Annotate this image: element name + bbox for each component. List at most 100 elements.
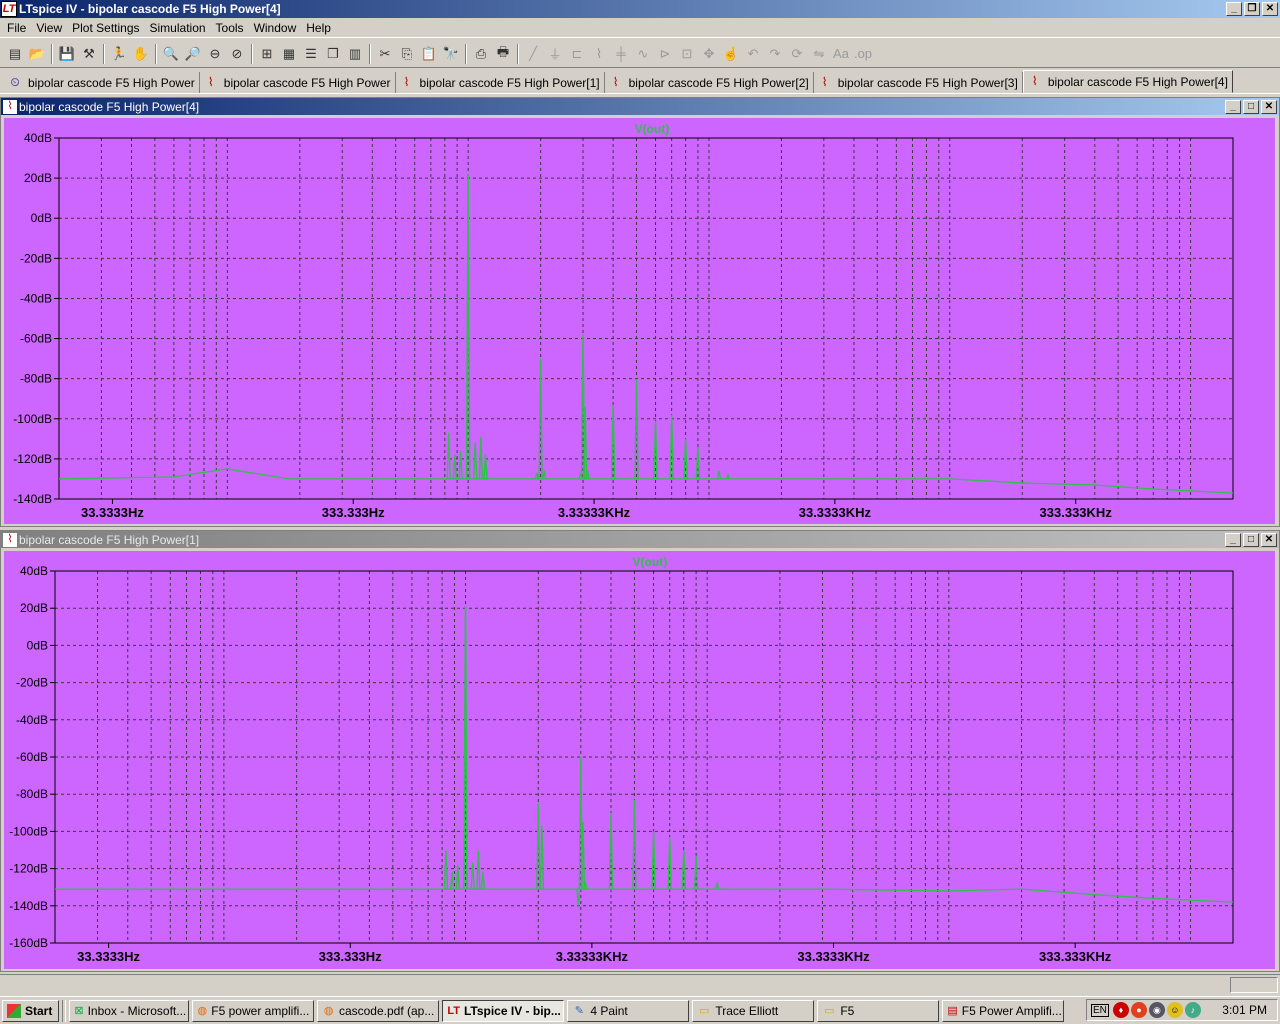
ltspice-logo-icon[interactable]: LT [1, 1, 17, 17]
tab-waveform-1[interactable]: ⌇ bipolar cascode F5 High Power[1] [396, 72, 605, 93]
component-icon[interactable]: ⊡ [676, 43, 698, 65]
menu-view[interactable]: View [31, 21, 67, 35]
x-tick-label: 333.333Hz [322, 505, 385, 520]
menu-window[interactable]: Window [249, 21, 302, 35]
spectrum-chart-bottom[interactable]: 40dB 20dB 0dB -20dB -40dB -60dB -80dB -100dB -12… [4, 551, 1275, 969]
pane-maximize-button[interactable]: □ [1243, 99, 1259, 114]
ground-icon[interactable]: ⏚ [544, 43, 566, 65]
mirror-icon[interactable]: ⇋ [808, 43, 830, 65]
spectral-peak [443, 849, 449, 890]
menu-tools[interactable]: Tools [211, 21, 249, 35]
print-preview-icon[interactable]: ⎙ [470, 43, 492, 65]
move-icon[interactable]: ✥ [698, 43, 720, 65]
pane-title-bar[interactable]: ⌇ bipolar cascode F5 High Power[4] _ □ ✕ [1, 98, 1279, 115]
zoom-in-area-icon[interactable]: 🔎 [182, 43, 204, 65]
start-label: Start [25, 1003, 53, 1018]
tab-waveform[interactable]: ⌇ bipolar cascode F5 High Power [200, 72, 396, 93]
taskbar-item[interactable]: ◍ cascode.pdf (ap... [317, 999, 440, 1022]
taskbar-item[interactable]: ▭ F5 [817, 999, 940, 1022]
waveform-pane-top: ⌇ bipolar cascode F5 High Power[4] _ □ ✕… [0, 97, 1280, 527]
tab-waveform-4[interactable]: ⌇ bipolar cascode F5 High Power[4] [1022, 70, 1233, 93]
label-icon[interactable]: ⊏ [566, 43, 588, 65]
tab-schematic[interactable]: ⏲ bipolar cascode F5 High Power [4, 72, 200, 93]
start-button[interactable]: Start [2, 999, 60, 1022]
taskbar-item[interactable]: ✎ 4 Paint [567, 999, 690, 1022]
messenger-icon[interactable]: ☺ [1166, 1002, 1183, 1018]
pane-minimize-button[interactable]: _ [1225, 532, 1241, 547]
plot-area-bottom[interactable]: 40dB 20dB 0dB -20dB -40dB -60dB -80dB -100dB -12… [4, 551, 1275, 969]
tile-horizontal-icon[interactable]: ☰ [300, 43, 322, 65]
noise-floor-trace [58, 468, 1234, 494]
y-tick-label: 20dB [24, 171, 52, 185]
spectral-peak [632, 799, 637, 890]
run-icon[interactable]: 🏃 [108, 43, 130, 65]
x-tick-label: 33.3333KHz [797, 949, 870, 964]
minimize-button[interactable]: _ [1226, 2, 1242, 16]
control-panel-icon[interactable]: ⚒ [78, 43, 100, 65]
halt-icon[interactable]: ✋ [130, 43, 152, 65]
y-tick-label: -20dB [16, 676, 48, 690]
tab-waveform-2[interactable]: ⌇ bipolar cascode F5 High Power[2] [605, 72, 814, 93]
zoom-cancel-icon[interactable]: ⊘ [226, 43, 248, 65]
print-icon[interactable]: 🖶 [492, 43, 514, 65]
taskbar-item[interactable]: ▤ F5 Power Amplifi... [942, 999, 1065, 1022]
redo-icon[interactable]: ↷ [764, 43, 786, 65]
open-icon[interactable]: 📂 [26, 43, 48, 65]
document-tabs: ⏲ bipolar cascode F5 High Power ⌇ bipolar … [0, 70, 1280, 94]
capacitor-icon[interactable]: ╪ [610, 43, 632, 65]
plot-area-top[interactable]: 40dB 20dB 0dB -20dB -40dB -60dB -80dB -100dB -12… [4, 118, 1275, 524]
menu-help[interactable]: Help [301, 21, 336, 35]
shield-icon[interactable]: ♦ [1112, 1002, 1129, 1018]
autorange-icon[interactable]: ⊞ [256, 43, 278, 65]
waveform-icon: ⌇ [3, 532, 17, 547]
menu-file[interactable]: File [2, 21, 31, 35]
pane-title-bar[interactable]: ⌇ bipolar cascode F5 High Power[1] _ □ ✕ [1, 531, 1279, 548]
drag-icon[interactable]: ☝ [720, 43, 742, 65]
wire-icon[interactable]: ╱ [522, 43, 544, 65]
taskbar-item[interactable]: ▭ Trace Elliott [692, 999, 815, 1022]
zoom-out-icon[interactable]: ⊖ [204, 43, 226, 65]
spectral-peak [576, 889, 581, 906]
y-tick-label: -80dB [20, 372, 52, 386]
diode-icon[interactable]: ⊳ [654, 43, 676, 65]
taskbar-item[interactable]: ◍ F5 power amplifi... [192, 999, 315, 1022]
pane-title: bipolar cascode F5 High Power[4] [19, 99, 200, 114]
pane-close-button[interactable]: ✕ [1261, 532, 1277, 547]
network-icon[interactable]: ◉ [1148, 1002, 1165, 1018]
y-tick-label: -40dB [20, 291, 52, 305]
tile-vertical-icon[interactable]: ▥ [344, 43, 366, 65]
resistor-icon[interactable]: ⌇ [588, 43, 610, 65]
menu-plot-settings[interactable]: Plot Settings [67, 21, 144, 35]
new-schematic-icon[interactable]: ▤ [4, 43, 26, 65]
toolbar: ▤ 📂 💾 ⚒ 🏃 ✋ 🔍 🔎 ⊖ ⊘ ⊞ ▦ ☰ ❐ ▥ ✂ ⎘ 📋 🔭 ⎙ 🖶 ╱ ⏚ ⊏ ⌇ ╪ ∿ ⊳ ⊡ ✥ ☝ ↶ ↷ ⟳ ⇋ Aa .op [0, 40, 1280, 68]
tab-waveform-3[interactable]: ⌇ bipolar cascode F5 High Power[3] [814, 72, 1023, 93]
find-icon[interactable]: 🔭 [440, 43, 462, 65]
antivirus-icon[interactable]: ● [1130, 1002, 1147, 1018]
close-button[interactable]: ✕ [1262, 2, 1278, 16]
zoom-in-icon[interactable]: 🔍 [160, 43, 182, 65]
cut-icon[interactable]: ✂ [374, 43, 396, 65]
waveform-icon: ⌇ [1031, 73, 1038, 88]
restore-button[interactable]: ❐ [1244, 2, 1260, 16]
pane-close-button[interactable]: ✕ [1261, 99, 1277, 114]
inductor-icon[interactable]: ∿ [632, 43, 654, 65]
taskbar-item[interactable]: LT LTspice IV - bip... [442, 999, 565, 1022]
undo-icon[interactable]: ↶ [742, 43, 764, 65]
y-tick-label: -100dB [9, 824, 48, 838]
taskbar-item[interactable]: ⊠ Inbox - Microsoft... [69, 999, 190, 1022]
copy-icon[interactable]: ⎘ [396, 43, 418, 65]
spice-directive-icon[interactable]: .op [852, 43, 874, 65]
clock[interactable]: 3:01 PM [1222, 1003, 1267, 1017]
text-icon[interactable]: Aa [830, 43, 852, 65]
language-indicator[interactable]: EN [1091, 1003, 1109, 1017]
spectrum-chart-top[interactable]: 40dB 20dB 0dB -20dB -40dB -60dB -80dB -100dB -12… [4, 118, 1275, 524]
pane-maximize-button[interactable]: □ [1243, 532, 1259, 547]
cascade-icon[interactable]: ❐ [322, 43, 344, 65]
grid-icon[interactable]: ▦ [278, 43, 300, 65]
pane-minimize-button[interactable]: _ [1225, 99, 1241, 114]
rotate-icon[interactable]: ⟳ [786, 43, 808, 65]
volume-icon[interactable]: ♪ [1184, 1002, 1201, 1018]
paste-icon[interactable]: 📋 [418, 43, 440, 65]
save-icon[interactable]: 💾 [56, 43, 78, 65]
menu-simulation[interactable]: Simulation [145, 21, 211, 35]
